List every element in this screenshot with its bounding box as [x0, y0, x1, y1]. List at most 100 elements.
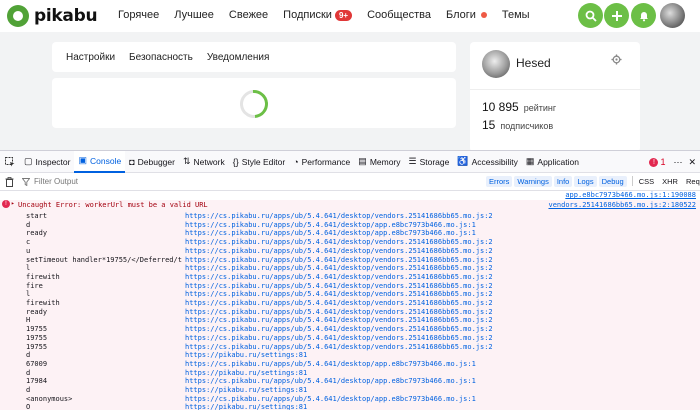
search-button[interactable] [578, 3, 603, 28]
error-counter[interactable]: ! 1 [649, 157, 665, 167]
performance-icon: ◔ [293, 156, 299, 167]
search-icon [585, 10, 597, 22]
clear-console-button[interactable] [0, 176, 18, 187]
nav-subscriptions[interactable]: Подписки 9+ [283, 9, 353, 21]
filter-warnings[interactable]: Warnings [514, 176, 552, 187]
filter-debug[interactable]: Debug [598, 176, 627, 187]
tab-performance[interactable]: ◔ Performance [289, 151, 354, 173]
nav-fresh[interactable]: Свежее [229, 9, 268, 21]
tab-label: Network [193, 156, 225, 167]
error-message: Uncaught Error: workerUrl must be a vali… [18, 201, 208, 209]
stack-source-link[interactable]: https://cs.pikabu.ru/apps/ub/5.4.641/des… [185, 264, 493, 272]
stack-source-link[interactable]: https://cs.pikabu.ru/apps/ub/5.4.641/des… [185, 238, 493, 246]
element-picker-button[interactable] [0, 151, 20, 173]
stack-source-link[interactable]: https://cs.pikabu.ru/apps/ub/5.4.641/des… [185, 360, 476, 368]
stack-source-link[interactable]: https://cs.pikabu.ru/apps/ub/5.4.641/des… [185, 308, 493, 316]
tab-memory[interactable]: ▤ Memory [354, 151, 404, 173]
stack-frame: setTimeout handler*19755/</Deferred/then… [0, 256, 700, 265]
main-nav: Горячее Лучшее Свежее Подписки 9+ Сообщес… [118, 9, 545, 21]
add-post-button[interactable] [604, 3, 629, 28]
profile-card: Hesed 10 895 рейтинг 15 подписчиков [470, 42, 640, 152]
error-source-link[interactable]: vendors.25141686bb65.mo.js:2:180522 [548, 201, 696, 209]
stack-source-link[interactable]: https://cs.pikabu.ru/apps/ub/5.4.641/des… [185, 212, 493, 220]
filter-xhr[interactable]: XHR [659, 176, 681, 187]
stack-source-link[interactable]: https://cs.pikabu.ru/apps/ub/5.4.641/des… [185, 334, 493, 342]
stack-source-link[interactable]: https://cs.pikabu.ru/apps/ub/5.4.641/des… [185, 229, 476, 237]
pikabu-logo[interactable]: pikabu [7, 5, 98, 27]
stack-source-link[interactable]: https://cs.pikabu.ru/apps/ub/5.4.641/des… [185, 290, 493, 298]
network-icon: ⇅ [182, 156, 191, 166]
filter-requests[interactable]: Requests [683, 176, 700, 187]
nav-topics[interactable]: Темы [502, 9, 530, 21]
nav-best[interactable]: Лучшее [174, 9, 214, 21]
console-filter-bar: Filter Output Errors Warnings Info Logs … [0, 173, 700, 191]
nav-communities[interactable]: Сообщества [367, 9, 431, 21]
tab-debugger[interactable]: ◘ Debugger [125, 151, 179, 173]
stack-source-link[interactable]: https://cs.pikabu.ru/apps/ub/5.4.641/des… [185, 343, 493, 351]
tab-application[interactable]: ▦ Application [522, 151, 583, 173]
tab-network[interactable]: ⇅ Network [179, 151, 229, 173]
filter-output-input[interactable]: Filter Output [22, 177, 78, 186]
stack-function: c [26, 238, 31, 247]
stack-source-link[interactable]: https://pikabu.ru/settings:81 [185, 351, 307, 359]
stack-source-link[interactable]: https://cs.pikabu.ru/apps/ub/5.4.641/des… [185, 395, 476, 403]
stack-source-link[interactable]: https://cs.pikabu.ru/apps/ub/5.4.641/des… [185, 273, 493, 281]
debugger-icon: ◘ [129, 156, 135, 167]
site-header: pikabu Горячее Лучшее Свежее Подписки 9+ … [0, 0, 700, 32]
profile-avatar[interactable] [482, 50, 510, 78]
stack-source-link[interactable]: https://cs.pikabu.ru/apps/ub/5.4.641/des… [185, 221, 476, 229]
stack-frame: 19755 https://cs.pikabu.ru/apps/ub/5.4.64… [0, 334, 700, 343]
log-source-link[interactable]: app.e8bc7973b466.mo.js:1:190088 [565, 191, 696, 199]
stack-function: setTimeout handler*19755/</Deferred/then… [26, 255, 182, 264]
filter-logs[interactable]: Logs [574, 176, 597, 187]
stack-source-link[interactable]: https://cs.pikabu.ru/apps/ub/5.4.641/des… [185, 377, 476, 385]
tab-settings[interactable]: Настройки [66, 52, 115, 63]
user-avatar[interactable] [660, 3, 685, 28]
filter-css[interactable]: CSS [636, 176, 657, 187]
tab-console[interactable]: ▣ Console [74, 150, 126, 173]
bell-icon [639, 11, 648, 21]
nav-blogs[interactable]: Блоги [446, 9, 487, 21]
stack-source-link[interactable]: https://cs.pikabu.ru/apps/ub/5.4.641/des… [185, 325, 493, 333]
tab-accessibility[interactable]: ♿ Accessibility [453, 151, 522, 173]
subscribers-stat[interactable]: 15 подписчиков [482, 118, 553, 132]
filter-errors[interactable]: Errors [486, 176, 513, 187]
notifications-button[interactable] [631, 3, 656, 28]
stack-source-link[interactable]: https://pikabu.ru/settings:81 [185, 369, 307, 377]
nav-label: Горячее [118, 9, 160, 21]
tab-notifications[interactable]: Уведомления [207, 52, 270, 63]
stack-function: 19755 [26, 342, 48, 351]
trash-icon [5, 176, 13, 187]
stack-frame: 67009 https://cs.pikabu.ru/apps/ub/5.4.64… [0, 360, 700, 369]
stack-source-link[interactable]: https://cs.pikabu.ru/apps/ub/5.4.641/des… [185, 316, 493, 324]
expand-toggle-icon[interactable]: ▸ [11, 200, 15, 207]
filter-placeholder: Filter Output [34, 177, 79, 186]
filter-separator [631, 176, 633, 186]
stack-function: d [26, 351, 31, 360]
tab-inspector[interactable]: ▢ Inspector [20, 151, 74, 173]
devtools-toolbar: ▢ Inspector ▣ Console ◘ Debugger ⇅ Network {… [0, 150, 700, 173]
stack-frame: ready https://cs.pikabu.ru/apps/ub/5.4.64… [0, 229, 700, 238]
stack-function: 19755 [26, 333, 48, 342]
profile-name[interactable]: Hesed [516, 56, 551, 70]
filter-buttons: Errors Warnings Info Logs Debug CSS XHR … [486, 176, 700, 187]
tab-storage[interactable]: ☰ Storage [405, 151, 454, 173]
tab-style-editor[interactable]: {} Style Editor [229, 151, 289, 173]
tab-security[interactable]: Безопасность [129, 52, 193, 63]
stack-source-link[interactable]: https://pikabu.ru/settings:81 [185, 403, 307, 410]
profile-settings-button[interactable] [611, 54, 622, 68]
stack-frame: d https://pikabu.ru/settings:81 [0, 351, 700, 360]
subscriptions-badge: 9+ [334, 9, 353, 21]
stack-source-link[interactable]: https://cs.pikabu.ru/apps/ub/5.4.641/des… [185, 247, 493, 255]
stack-function: l [26, 264, 31, 273]
stack-source-link[interactable]: https://cs.pikabu.ru/apps/ub/5.4.641/des… [185, 299, 493, 307]
filter-info[interactable]: Info [553, 176, 573, 187]
stack-source-link[interactable]: https://cs.pikabu.ru/apps/ub/5.4.641/des… [185, 282, 493, 290]
more-tools-icon[interactable]: ⋯ [673, 157, 682, 168]
nav-hot[interactable]: Горячее [118, 9, 159, 21]
stack-frame: c https://cs.pikabu.ru/apps/ub/5.4.641/de… [0, 238, 700, 247]
stack-source-link[interactable]: https://pikabu.ru/settings:81 [185, 386, 307, 394]
stack-source-link[interactable]: https://cs.pikabu.ru/apps/ub/5.4.641/des… [185, 256, 493, 264]
rating-label: рейтинг [523, 103, 557, 113]
close-icon[interactable]: ✕ [688, 157, 696, 168]
